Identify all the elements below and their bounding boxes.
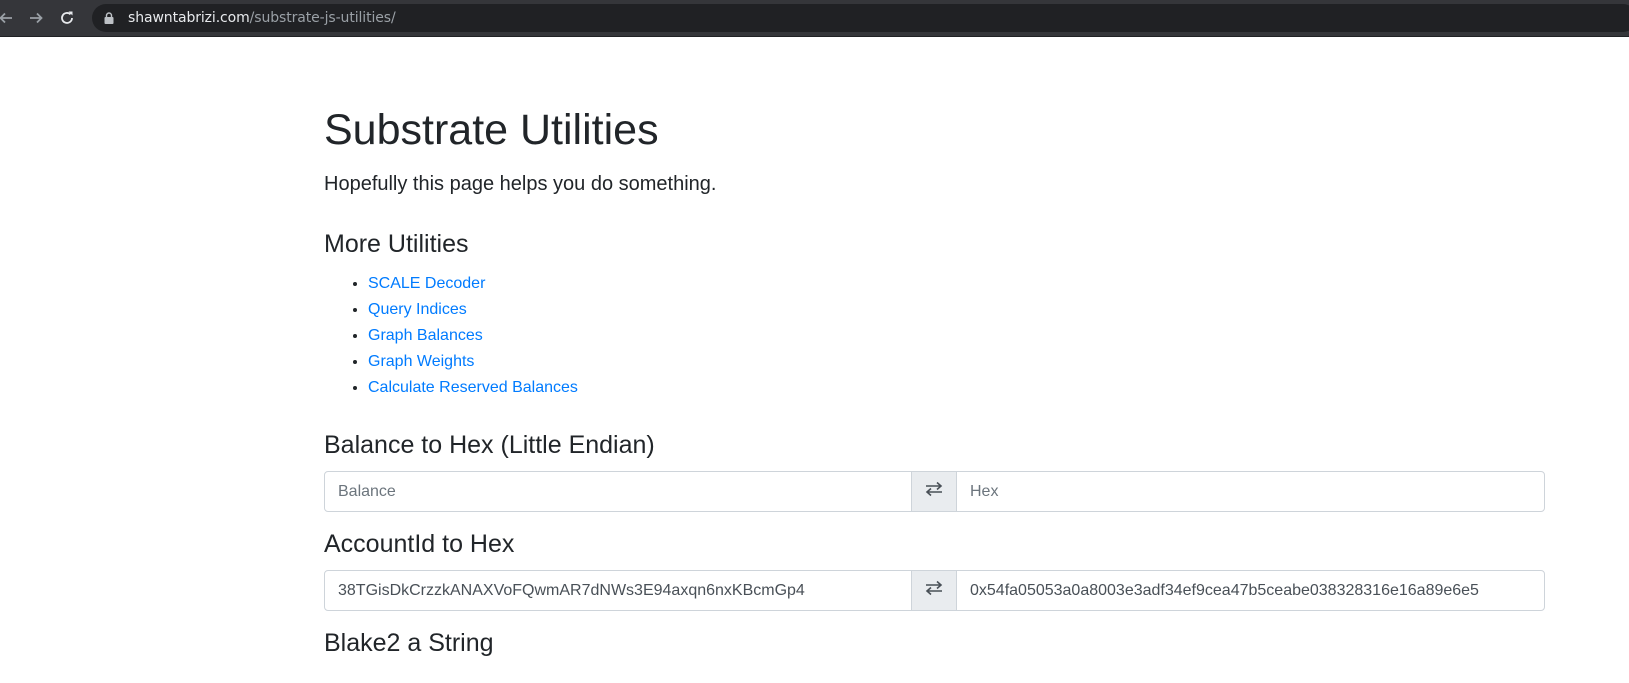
list-item: Query Indices — [368, 297, 578, 323]
page-lead: Hopefully this page helps you do somethi… — [324, 173, 717, 195]
url-path: /substrate-js-utilities/ — [249, 10, 396, 26]
hex-input[interactable] — [956, 471, 1545, 512]
link-query-indices[interactable]: Query Indices — [368, 301, 467, 318]
accountid-swap-button[interactable] — [912, 570, 956, 611]
page-title: Substrate Utilities — [324, 106, 659, 154]
swap-arrows-icon — [925, 580, 943, 601]
url-text[interactable]: shawntabrizi.com/substrate-js-utilities/ — [128, 10, 396, 26]
accountid-hex-input[interactable] — [956, 570, 1545, 611]
link-graph-balances[interactable]: Graph Balances — [368, 327, 483, 344]
reload-button[interactable] — [55, 6, 79, 30]
list-item: SCALE Decoder — [368, 271, 578, 297]
more-utilities-heading: More Utilities — [324, 230, 469, 258]
forward-button[interactable] — [24, 6, 48, 30]
lock-icon[interactable] — [102, 11, 116, 25]
accountid-to-hex-heading: AccountId to Hex — [324, 530, 515, 558]
link-graph-weights[interactable]: Graph Weights — [368, 353, 474, 370]
swap-arrows-icon — [925, 481, 943, 502]
balance-to-hex-group — [324, 471, 1545, 512]
url-host: shawntabrizi.com — [128, 10, 250, 26]
list-item: Graph Weights — [368, 349, 578, 375]
balance-input[interactable] — [324, 471, 912, 512]
more-utilities-list: SCALE Decoder Query Indices Graph Balanc… — [324, 271, 578, 401]
back-button[interactable] — [0, 6, 18, 30]
balance-swap-button[interactable] — [912, 471, 956, 512]
link-scale-decoder[interactable]: SCALE Decoder — [368, 275, 485, 292]
accountid-to-hex-group — [324, 570, 1545, 611]
link-calculate-reserved-balances[interactable]: Calculate Reserved Balances — [368, 379, 578, 396]
accountid-input[interactable] — [324, 570, 912, 611]
blake2-string-heading: Blake2 a String — [324, 629, 494, 657]
list-item: Graph Balances — [368, 323, 578, 349]
arrow-right-icon — [28, 10, 44, 26]
list-item: Calculate Reserved Balances — [368, 375, 578, 401]
reload-icon — [59, 10, 75, 26]
browser-toolbar: shawntabrizi.com/substrate-js-utilities/ — [0, 0, 1629, 37]
arrow-left-icon — [0, 10, 14, 26]
balance-to-hex-heading: Balance to Hex (Little Endian) — [324, 431, 655, 459]
address-bar[interactable]: shawntabrizi.com/substrate-js-utilities/ — [92, 4, 1629, 32]
